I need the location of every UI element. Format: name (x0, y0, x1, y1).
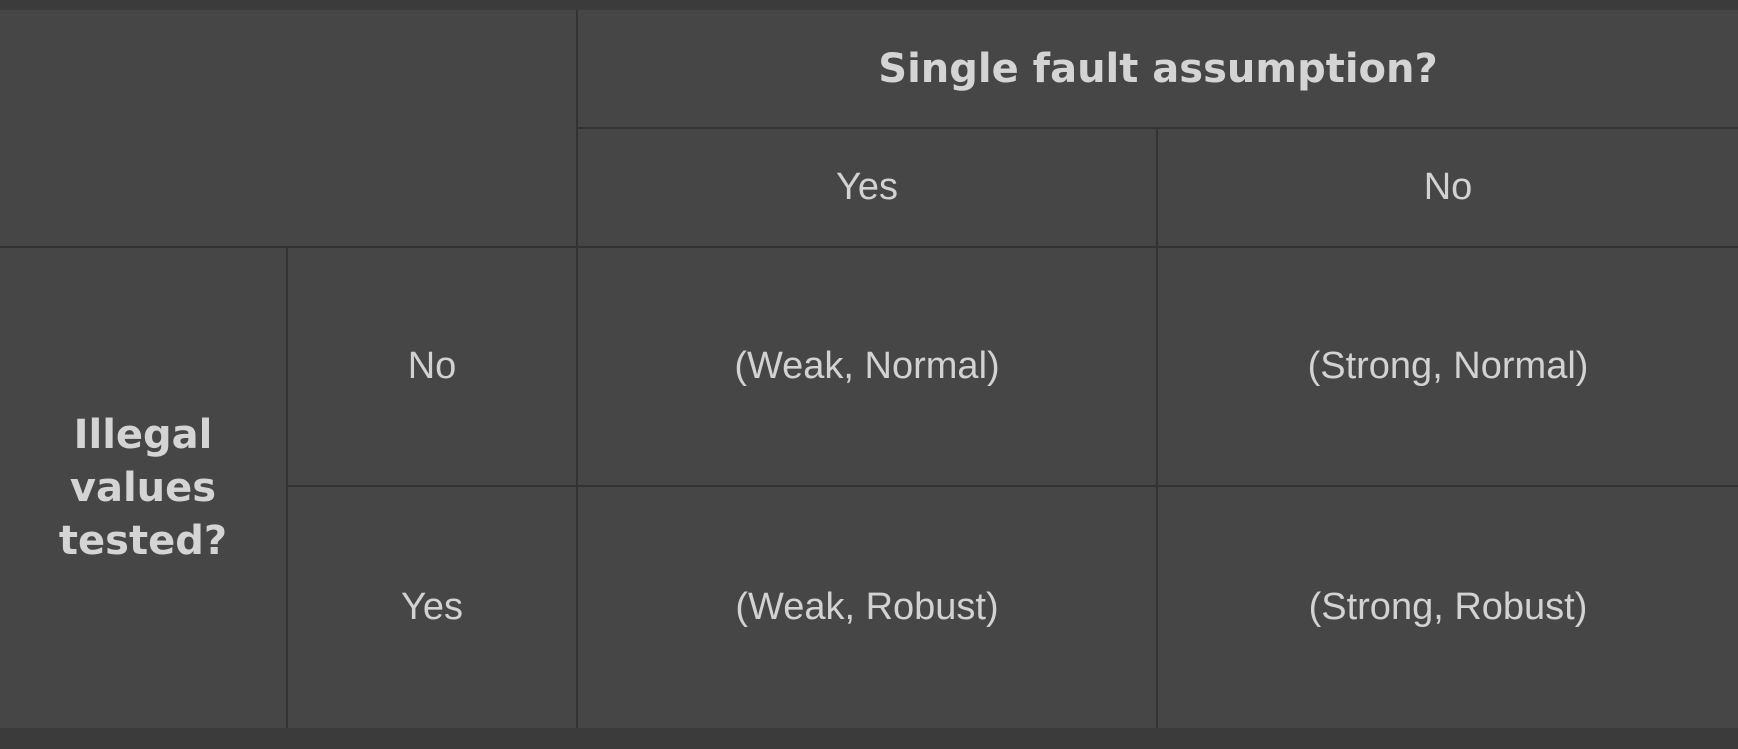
table-cell-text: (Strong, Normal) (1307, 345, 1589, 387)
table-cell-weak-robust: (Weak, Robust) (578, 487, 1158, 728)
column-header-yes-label: Yes (836, 166, 898, 208)
column-header-no: No (1158, 129, 1738, 248)
row-header-no: No (288, 248, 578, 487)
table-cell-text: (Weak, Normal) (734, 345, 1000, 387)
top-band (0, 0, 1738, 10)
bottom-band (0, 728, 1738, 749)
table-cell-strong-robust: (Strong, Robust) (1158, 487, 1738, 728)
row-group-header: Illegal values tested? (0, 248, 288, 728)
table-cell-weak-normal: (Weak, Normal) (578, 248, 1158, 487)
decision-table: Single fault assumption? Yes No Illegal … (0, 10, 1738, 728)
column-group-header: Single fault assumption? (578, 10, 1738, 129)
column-header-no-label: No (1423, 166, 1473, 208)
column-group-header-label: Single fault assumption? (878, 45, 1438, 92)
row-group-header-label: Illegal values tested? (58, 411, 228, 564)
row-header-no-label: No (407, 345, 457, 387)
column-header-yes: Yes (578, 129, 1158, 248)
table-cell-text: (Strong, Robust) (1308, 586, 1588, 628)
table-cell-text: (Weak, Robust) (735, 586, 999, 628)
table-cell-strong-normal: (Strong, Normal) (1158, 248, 1738, 487)
row-header-yes: Yes (288, 487, 578, 728)
row-header-yes-label: Yes (401, 586, 463, 628)
table-corner-blank (0, 10, 578, 248)
